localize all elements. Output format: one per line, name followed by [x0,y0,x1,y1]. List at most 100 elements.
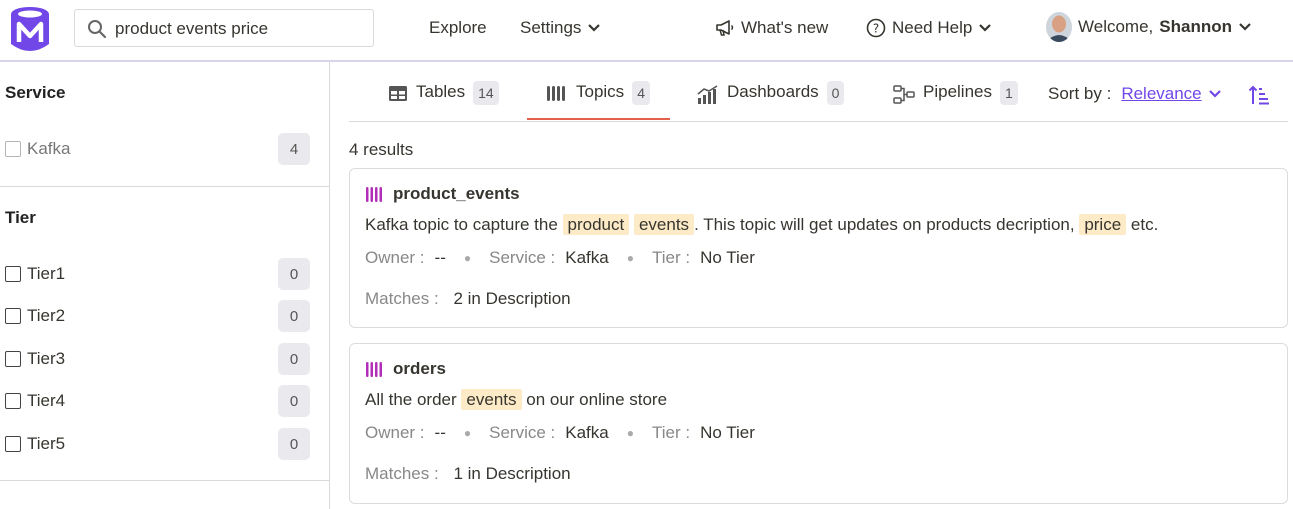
count-badge: 4 [278,133,310,165]
tier-label: Tier : [651,423,691,442]
divider [0,480,330,481]
separator-dot: ● [626,426,634,440]
search-icon [88,20,107,39]
tab-count-badge: 14 [473,81,499,105]
svg-text:?: ? [873,22,879,36]
search-box[interactable] [74,9,374,47]
sort-field-dropdown[interactable]: Relevance [1121,84,1221,104]
tier-value: No Tier [700,423,755,442]
count-badge: 0 [278,343,310,375]
separator-dot: ● [463,251,472,265]
nav-settings-label: Settings [520,18,582,37]
result-name: product_events [393,184,520,203]
tab-pipelines[interactable]: Pipelines 1 [893,81,1018,120]
table-icon [389,86,407,101]
nav-need-help-label: Need Help [892,18,973,37]
owner-value: -- [434,423,446,442]
facet-label: Tier4 [27,391,66,410]
topic-icon [366,361,382,377]
service-label: Service : [489,248,556,267]
topic-icon [366,186,382,202]
checkbox[interactable] [5,308,21,324]
search-highlight: price [1079,214,1127,235]
sort-by: Sort by : Relevance [1048,84,1222,104]
result-meta: Owner : -- ● Service : Kafka ● Tier : No… [365,423,755,443]
result-card: product_events Kafka topic to capture th… [349,168,1288,328]
owner-value: -- [434,248,446,267]
tab-count-badge: 0 [826,81,845,105]
tier-value: No Tier [700,248,755,267]
tier-label: Tier : [651,248,691,267]
tab-dashboards[interactable]: Dashboards 0 [697,81,845,120]
facet-item-tier3[interactable]: Tier3 0 [5,343,310,375]
checkbox[interactable] [5,266,21,282]
facet-title-tier: Tier [5,208,36,227]
nav-whats-new-label: What's new [741,18,829,37]
dashboard-chart-icon [697,85,718,104]
entity-tabs: Tables 14 Topics 4 Dashboards 0 Pipeline… [349,62,1288,122]
tab-topics[interactable]: Topics 4 [527,81,670,120]
nav-settings-dropdown[interactable]: Settings [520,18,601,38]
owner-label: Owner : [365,423,425,442]
facet-label: Tier5 [27,434,66,453]
megaphone-icon [716,20,734,36]
divider [0,186,330,187]
description-text: . This topic will get updates on product… [694,215,1075,234]
result-meta: Owner : -- ● Service : Kafka ● Tier : No… [365,248,755,268]
count-badge: 0 [278,428,310,460]
facet-item-tier5[interactable]: Tier5 0 [5,428,310,460]
tab-count-badge: 4 [632,81,650,105]
user-name: Shannon [1159,17,1232,36]
result-matches: Matches : 1 in Description [365,464,571,484]
checkbox[interactable] [5,351,21,367]
search-highlight: events [633,214,695,235]
result-name: orders [393,359,446,378]
count-badge: 0 [278,300,310,332]
facet-label: Tier2 [27,306,66,325]
description-text: All the order [365,390,457,409]
result-card: orders All the order events on our onlin… [349,343,1288,504]
user-menu-dropdown[interactable]: Welcome, Shannon [1046,12,1252,42]
matches-value: 1 in Description [453,464,571,483]
separator-dot: ● [626,251,634,265]
facet-label: Tier3 [27,349,66,368]
separator-dot: ● [463,426,472,440]
facet-item-tier1[interactable]: Tier1 0 [5,258,310,290]
matches-value: 2 in Description [453,289,571,308]
filter-sidebar: Service Kafka 4 Tier Tier1 0 Tier2 0 Tie… [0,62,330,509]
facet-label: Tier1 [27,264,66,283]
count-badge: 0 [278,258,310,290]
pipeline-icon [893,85,915,104]
nav-explore[interactable]: Explore [429,18,487,38]
result-description: All the order events on our online store [365,389,668,410]
result-matches: Matches : 2 in Description [365,289,571,309]
sort-ascending-icon[interactable] [1248,84,1270,106]
description-text: Kafka topic to capture the [365,215,558,234]
description-text: etc. [1130,215,1159,234]
nav-whats-new[interactable]: What's new [715,18,828,38]
avatar [1046,12,1072,42]
facet-item-tier4[interactable]: Tier4 0 [5,385,310,417]
openmetadata-logo-icon[interactable] [10,6,50,52]
count-badge: 0 [278,385,310,417]
nav-explore-label: Explore [429,18,487,37]
nav-need-help-dropdown[interactable]: ? Need Help [866,18,992,38]
tab-tables[interactable]: Tables 14 [388,81,499,120]
result-title[interactable]: orders [365,359,446,379]
tab-count-badge: 1 [1000,81,1018,105]
chevron-down-icon [1239,23,1251,31]
result-title[interactable]: product_events [365,184,520,204]
service-value: Kafka [565,423,609,442]
checkbox[interactable] [5,393,21,409]
checkbox[interactable] [5,141,21,157]
search-highlight: product [562,214,630,235]
service-label: Service : [489,423,556,442]
facet-item-tier2[interactable]: Tier2 0 [5,300,310,332]
service-value: Kafka [565,248,609,267]
facet-item-kafka[interactable]: Kafka 4 [5,133,310,165]
description-text: on our online store [526,390,668,409]
question-circle-icon: ? [866,18,886,38]
checkbox[interactable] [5,436,21,452]
search-input[interactable] [115,16,365,42]
tab-label: Dashboards [727,82,819,101]
